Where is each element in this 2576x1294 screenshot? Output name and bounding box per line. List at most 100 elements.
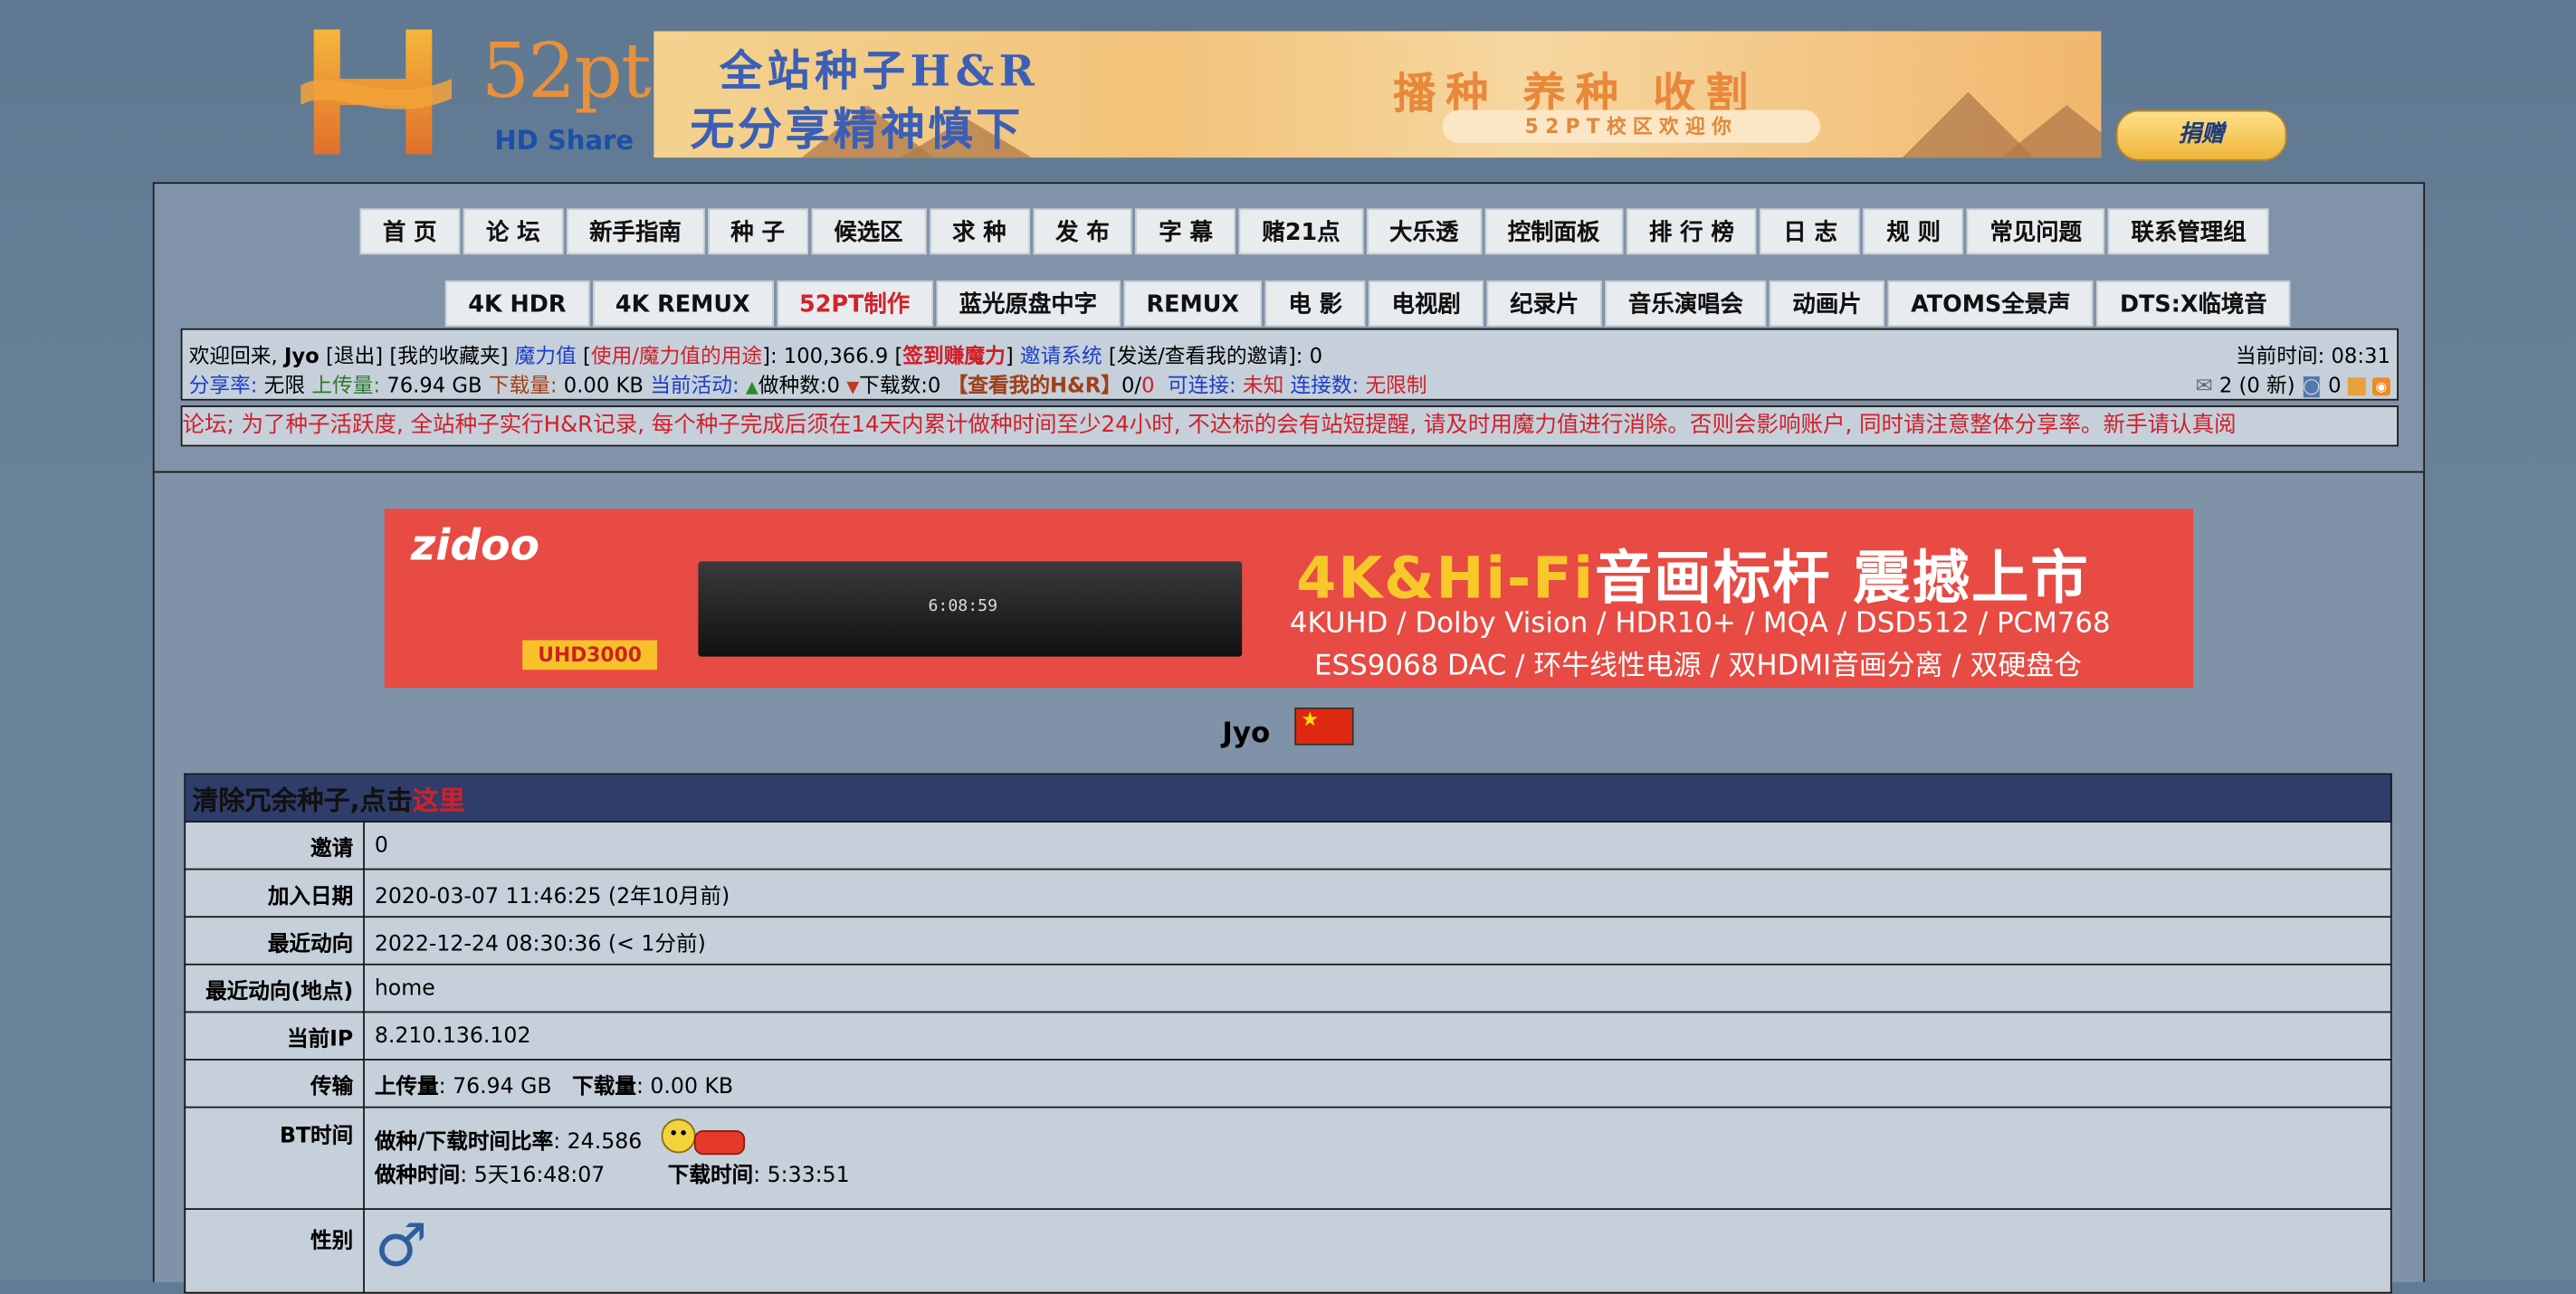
category-tab[interactable]: 纪录片 (1486, 281, 1602, 328)
transfer-down-value: : 0.00 KB (635, 1074, 734, 1099)
ad-model-badge: UHD3000 (522, 640, 658, 671)
leeching-count[interactable]: 下载数:0 (859, 373, 940, 397)
join-date-value: 2020-03-07 11:46:25 (2年10月前) (363, 868, 2392, 918)
banner-mountain-shape (2000, 105, 2102, 158)
banner-badge: 52PT校区欢迎你 (1442, 109, 1821, 143)
nav-item[interactable]: 规 则 (1863, 208, 1964, 255)
nav-item[interactable]: 候选区 (810, 208, 927, 255)
transfer-up-label: 上传量 (374, 1074, 439, 1099)
logo-subtitle: HD Share (494, 124, 634, 157)
bt-ratio-value: : 24.586 (553, 1130, 643, 1156)
site-logo[interactable]: 52pt HD Share (301, 14, 652, 165)
category-tab[interactable]: 电视剧 (1369, 281, 1484, 328)
category-tab[interactable]: 蓝光原盘中字 (936, 281, 1121, 328)
table-row: 加入日期 2020-03-07 11:46:25 (2年10月前) (184, 868, 2392, 918)
page: 52pt HD Share 全站种子H&R 无分享精神慎下 播种 养种 收割 5… (0, 0, 2576, 1294)
category-tab[interactable]: 4K HDR (444, 281, 589, 328)
profile-details-table: 清除冗余种子,点击这里 邀请 0 加入日期 2020-03-07 11:46:2… (184, 773, 2392, 1294)
frame-header: 首 页论 坛新手指南种 子候选区求 种发 布字 幕赌21点 大乐透 控制面板排 行 … (154, 184, 2424, 473)
mail-icon[interactable]: ✉ (2196, 373, 2213, 397)
category-tab[interactable]: DTS:X临境音 (2096, 281, 2291, 328)
category-tab[interactable]: 动画片 (1770, 281, 1885, 328)
user-info-line1: 欢迎回来, Jyo [退出] [我的收藏夹] 魔力值 [使用/魔力值的用途]: … (188, 343, 1323, 368)
nav-item[interactable]: 求 种 (929, 208, 1030, 255)
category-nav: 4K HDR 4K REMUX 52PT制作 蓝光原盘中字 REMUX 电 影电视剧 纪录片… (444, 281, 2294, 328)
marquee-text[interactable]: 论坛; 为了种子活跃度, 全站种子实行H&R记录, 每个种子完成后须在14天内累… (182, 412, 2236, 438)
nav-item[interactable]: 大乐透 (1366, 208, 1482, 255)
bonus-value: : 100,366.9 (769, 343, 889, 368)
logo-h-icon (301, 29, 453, 155)
current-time: 当前时间: 08:31 (2236, 338, 2390, 369)
nav-item[interactable]: 发 布 (1032, 208, 1133, 255)
cleanup-link[interactable]: 这里 (413, 785, 465, 815)
bt-dl-label: 下载时间 (667, 1164, 754, 1189)
nav-item[interactable]: 控制面板 (1484, 208, 1623, 255)
nav-item[interactable]: 新手指南 (566, 208, 705, 255)
table-row: 最近动向(地点) home (184, 963, 2392, 1013)
nav-item[interactable]: 排 行 榜 (1626, 208, 1758, 255)
username-link[interactable]: Jyo (284, 343, 320, 367)
uploaded-value: 76.94 GB (386, 372, 482, 398)
banner-line1: 全站种子H&R (719, 47, 1040, 98)
category-tab[interactable]: ATOMS全景声 (1887, 281, 2094, 328)
nav-item[interactable]: 联系管理组 (2108, 208, 2270, 255)
ad-spec-line1: 4KUHD / Dolby Vision / HDR10+ / MQA / DS… (1289, 607, 2111, 641)
male-icon: ♂ (374, 1213, 428, 1280)
category-tab[interactable]: 电 影 (1265, 281, 1366, 328)
message-extra-count[interactable]: 0 (2328, 373, 2341, 397)
table-row: 邀请 0 (184, 821, 2392, 871)
bt-time-line: 做种时间: 5天16:48:07 下载时间: 5:33:51 (375, 1157, 2380, 1188)
hr-link[interactable]: 【查看我的H&R】 (948, 373, 1121, 397)
downloaded-label: 下载量: (488, 372, 558, 398)
announcement-marquee: 论坛; 为了种子活跃度, 全站种子实行H&R记录, 每个种子完成后须在14天内累… (180, 405, 2399, 447)
category-tab[interactable]: 音乐演唱会 (1605, 281, 1767, 328)
notice-text: 清除冗余种子,点击 (192, 785, 413, 816)
bt-dl-value: : 5:33:51 (753, 1164, 850, 1189)
welcome-text: 欢迎回来, (188, 343, 278, 368)
nav-item[interactable]: 字 幕 (1135, 208, 1236, 255)
inbox-icon[interactable]: ◙ (2302, 373, 2322, 397)
logo-text: 52pt (481, 26, 652, 115)
invite-system-link[interactable]: 邀请系统 (1020, 343, 1102, 367)
hr-value-a: 0/ (1121, 372, 1142, 398)
category-tab[interactable]: REMUX (1123, 281, 1263, 328)
top-banner[interactable]: 全站种子H&R 无分享精神慎下 播种 养种 收割 52PT校区欢迎你 (654, 31, 2102, 158)
rss-icon[interactable]: ◉ (2371, 377, 2390, 396)
hr-value-b: 0 (1141, 372, 1155, 398)
seeding-count[interactable]: 做种数:0 (758, 373, 840, 397)
category-tab[interactable]: 4K REMUX (592, 281, 773, 328)
notice-row: 清除冗余种子,点击这里 (184, 773, 2392, 823)
user-info-line2: 分享率: 无限 上传量: 76.94 GB 下载量: 0.00 KB 当前活动:… (189, 367, 1427, 398)
nav-item[interactable]: 论 坛 (463, 208, 564, 255)
connectable-value: 未知 (1242, 372, 1284, 398)
primary-nav: 首 页论 坛新手指南种 子候选区求 种发 布字 幕赌21点 大乐透 控制面板排 行 … (359, 208, 2272, 255)
bonus-link[interactable]: 魔力值 (515, 343, 577, 367)
signin-link[interactable]: 签到赚魔力 (902, 343, 1005, 367)
category-tab[interactable]: 52PT制作 (776, 281, 933, 328)
nav-item[interactable]: 赌21点 (1239, 208, 1364, 255)
invite-send-link[interactable]: [发送/查看我的邀请]: 0 (1109, 343, 1322, 367)
ratio-label: 分享率: (188, 372, 258, 398)
arrow-down-icon: ▼ (846, 379, 860, 398)
donate-button[interactable]: 捐赠 (2115, 109, 2287, 161)
nav-item[interactable]: 日 志 (1760, 208, 1861, 255)
current-ip-label: 当前IP (184, 1011, 365, 1061)
nav-item[interactable]: 常见问题 (1967, 208, 2105, 255)
main-frame: 首 页论 坛新手指南种 子候选区求 种发 布字 幕赌21点 大乐透 控制面板排 行 … (152, 182, 2426, 1294)
current-time-label: 当前时间: (2235, 343, 2325, 368)
join-date-label: 加入日期 (184, 868, 365, 918)
bonus-use-link[interactable]: 使用/魔力值的用途 (591, 343, 762, 367)
favorites-link[interactable]: [我的收藏夹] (389, 343, 508, 367)
transfer-value: 上传量: 76.94 GB 下载量: 0.00 KB (363, 1059, 2392, 1108)
friends-icon[interactable] (2347, 377, 2366, 396)
message-count[interactable]: 2 (0 新) (2219, 373, 2295, 397)
invite-label: 邀请 (184, 821, 365, 871)
logout-link[interactable]: [退出] (326, 343, 383, 367)
nav-item[interactable]: 首 页 (359, 208, 460, 255)
last-location-value: home (363, 963, 2392, 1013)
nav-item[interactable]: 种 子 (707, 208, 808, 255)
message-indicators: ✉ 2 (0 新) ◙ 0 ◉ (2196, 367, 2390, 398)
zidoo-ad-banner[interactable]: zidoo UHD3000 6:08:59 4K&Hi-Fi音画标杆 震撼上市 … (384, 509, 2194, 689)
bt-time-value: 做种/下载时间比率: 24.586 做种时间: 5天16:48:07 下载时间:… (363, 1106, 2392, 1210)
current-ip-value: 8.210.136.102 (363, 1011, 2392, 1061)
